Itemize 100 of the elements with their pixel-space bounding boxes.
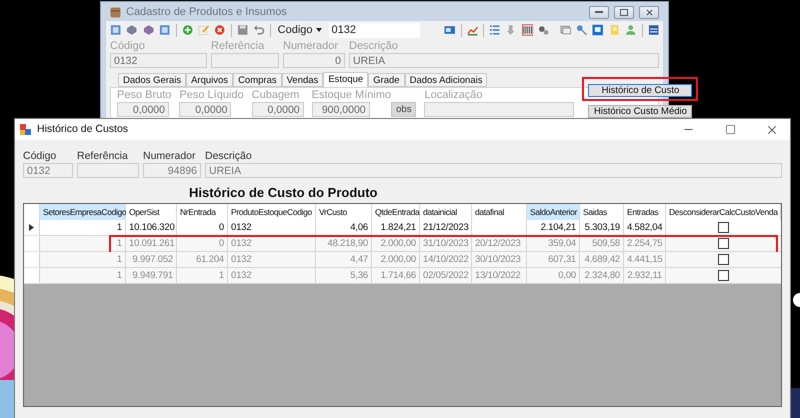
tab[interactable]: Estoque bbox=[323, 72, 368, 87]
monitor-icon[interactable] bbox=[592, 24, 604, 36]
table-cell: 2.932,11 bbox=[624, 268, 666, 284]
add-icon[interactable] bbox=[182, 24, 194, 36]
column-header[interactable]: SaldoAnterior bbox=[527, 204, 580, 221]
history-button[interactable]: Histórico Custo Médio bbox=[588, 105, 692, 118]
field-label: Descrição bbox=[205, 150, 253, 162]
text-field[interactable]: UREIA bbox=[349, 53, 659, 68]
table-cell: 4.441,15 bbox=[624, 252, 666, 268]
column-header[interactable]: VrCusto bbox=[316, 204, 372, 221]
undo-icon[interactable] bbox=[253, 24, 265, 36]
field-label: Numerador bbox=[143, 150, 197, 162]
table-cell: 21/12/2023 bbox=[420, 220, 472, 236]
history-button[interactable]: Histórico de Custo bbox=[588, 84, 692, 97]
checkbox[interactable] bbox=[718, 254, 729, 265]
column-header[interactable]: SetoresEmpresaCodigo bbox=[40, 204, 126, 221]
column-header[interactable]: datainicial bbox=[420, 204, 472, 221]
checkbox[interactable] bbox=[718, 270, 729, 281]
table-title: Histórico de Custo do Produto bbox=[189, 185, 378, 200]
table-cell: 9.949.791 bbox=[126, 268, 177, 284]
table-cell: 0132 bbox=[228, 220, 316, 236]
text-field[interactable] bbox=[424, 102, 574, 117]
tab[interactable]: Dados Gerais bbox=[118, 73, 186, 87]
tab[interactable]: Grade bbox=[368, 73, 405, 87]
tab[interactable]: Dados Adicionais bbox=[404, 73, 488, 87]
key-icon[interactable] bbox=[576, 24, 588, 36]
minimize-button[interactable] bbox=[589, 6, 609, 18]
field-label: Peso Líquido bbox=[179, 89, 244, 101]
checkbox[interactable] bbox=[718, 238, 729, 249]
close-button[interactable] bbox=[639, 6, 659, 18]
table-cell: 02/05/2022 bbox=[420, 268, 472, 284]
caret-icon bbox=[316, 28, 322, 32]
table-cell: 10.106.320 bbox=[126, 220, 177, 236]
column-header[interactable]: NrEntrada bbox=[177, 204, 228, 221]
grid-icon[interactable] bbox=[110, 24, 122, 36]
table-cell: 9.997.052 bbox=[126, 252, 177, 268]
text-field[interactable]: 900,0000 bbox=[312, 102, 370, 117]
maximize-icon bbox=[620, 8, 628, 16]
table-cell bbox=[472, 220, 527, 236]
column-header[interactable]: datafinal bbox=[472, 204, 527, 221]
text-field[interactable] bbox=[211, 53, 279, 68]
tab[interactable]: Vendas bbox=[282, 73, 324, 87]
column-header[interactable]: OperSist bbox=[126, 204, 177, 221]
image-icon[interactable] bbox=[444, 24, 456, 36]
checkbox[interactable] bbox=[718, 222, 729, 233]
grid-corner bbox=[24, 204, 40, 221]
text-field[interactable]: 0,0000 bbox=[252, 102, 304, 117]
tab[interactable]: Compras bbox=[233, 73, 282, 87]
table-cell: 1 bbox=[177, 268, 228, 284]
person-icon[interactable] bbox=[625, 24, 637, 36]
download-icon[interactable] bbox=[505, 24, 517, 36]
column-header[interactable]: Saidas bbox=[580, 204, 624, 221]
table-cell: 30/10/2023 bbox=[472, 252, 527, 268]
text-field[interactable]: 94896 bbox=[143, 163, 201, 178]
table-cell: 0 bbox=[177, 220, 228, 236]
minimize-icon bbox=[595, 10, 603, 14]
maximize-icon bbox=[724, 124, 736, 135]
text-field[interactable]: UREIA bbox=[205, 163, 782, 178]
table-cell: 2.324,80 bbox=[580, 268, 624, 284]
hexagon-icon[interactable] bbox=[126, 24, 138, 36]
save-icon[interactable] bbox=[236, 24, 248, 36]
column-header[interactable]: Entradas bbox=[624, 204, 666, 221]
field-label: Código bbox=[110, 40, 146, 52]
search-field[interactable]: 0132 bbox=[328, 22, 420, 38]
text-field[interactable]: 0,0000 bbox=[117, 102, 169, 117]
panel-icon[interactable] bbox=[648, 24, 660, 36]
obs-button[interactable]: obs bbox=[391, 102, 416, 117]
barcode-icon[interactable] bbox=[522, 24, 534, 36]
table-cell: 2.254,75 bbox=[624, 236, 666, 252]
window-title: Cadastro de Produtos e Insumos bbox=[126, 6, 288, 18]
grid-icon[interactable] bbox=[159, 24, 171, 36]
text-field[interactable]: 0132 bbox=[110, 53, 207, 68]
text-field[interactable]: 0132 bbox=[23, 163, 73, 178]
search-by-dropdown[interactable]: Codigo bbox=[276, 24, 324, 36]
chart-icon[interactable] bbox=[466, 24, 478, 36]
table-cell: 1 bbox=[40, 236, 126, 252]
column-header[interactable]: DesconsiderarCalcCustoVenda bbox=[666, 204, 781, 221]
table-cell: 2.000,00 bbox=[372, 252, 420, 268]
list-icon[interactable] bbox=[488, 24, 500, 36]
table-cell: 13/10/2022 bbox=[472, 268, 527, 284]
tab[interactable]: Arquivos bbox=[186, 73, 234, 87]
box-icon bbox=[110, 6, 121, 18]
table-cell: 2.104,21 bbox=[527, 220, 580, 236]
close-icon bbox=[644, 8, 654, 16]
table-cell: 14/10/2022 bbox=[420, 252, 472, 268]
table-cell: 4,06 bbox=[316, 220, 372, 236]
hexagon-icon[interactable] bbox=[142, 24, 154, 36]
pencil-icon[interactable] bbox=[198, 24, 210, 36]
text-field[interactable]: 0,0000 bbox=[179, 102, 232, 117]
field-label: Peso Bruto bbox=[117, 89, 172, 101]
column-header[interactable]: QtdeEntrada bbox=[372, 204, 420, 221]
text-field[interactable]: 0 bbox=[283, 53, 345, 68]
delete-icon[interactable] bbox=[214, 24, 226, 36]
field-label: Código bbox=[23, 150, 58, 162]
app-icon bbox=[20, 124, 31, 135]
column-header[interactable]: ProdutoEstoqueCodigo bbox=[228, 204, 316, 221]
row-header[interactable] bbox=[24, 220, 40, 236]
maximize-button[interactable] bbox=[614, 6, 634, 18]
window-icon[interactable] bbox=[560, 24, 572, 36]
text-field[interactable] bbox=[77, 163, 139, 178]
